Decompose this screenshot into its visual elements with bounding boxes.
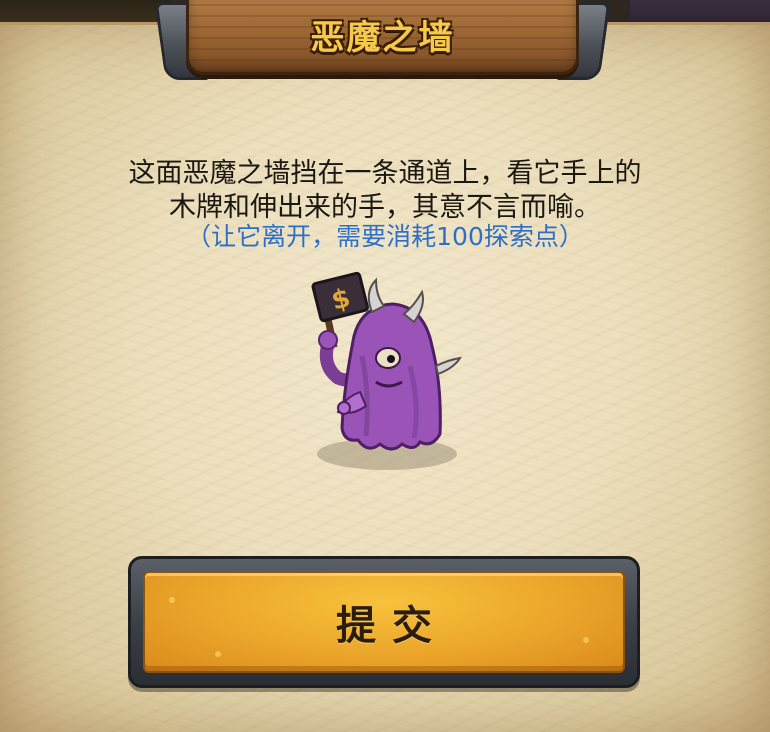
demon-wall-monster-image: $ — [311, 271, 462, 470]
submit-button-label: 提交 — [336, 603, 448, 649]
submit-button-face[interactable]: 提交 — [143, 571, 625, 673]
game-screen: 这面恶魔之墙挡在一条通道上，看它手上的 木牌和伸出来的手，其意不言而喻。 （让它… — [0, 0, 770, 732]
button-decoration — [215, 651, 221, 657]
title-plank: 恶魔之墙 — [186, 0, 579, 75]
description-line: 这面恶魔之墙挡在一条通道上，看它手上的 — [128, 158, 642, 189]
dialog-title: 恶魔之墙 — [310, 18, 455, 58]
background-edge — [0, 0, 170, 24]
submit-button[interactable]: 提交 — [128, 556, 640, 688]
event-description: 这面恶魔之墙挡在一条通道上，看它手上的 木牌和伸出来的手，其意不言而喻。 — [40, 157, 730, 225]
money-sign: $ — [311, 271, 369, 323]
description-line: 木牌和伸出来的手，其意不言而喻。 — [169, 192, 601, 223]
title-banner: 恶魔之墙 — [154, 0, 611, 86]
cost-hint: （让它离开，需要消耗100探索点） — [186, 222, 584, 251]
